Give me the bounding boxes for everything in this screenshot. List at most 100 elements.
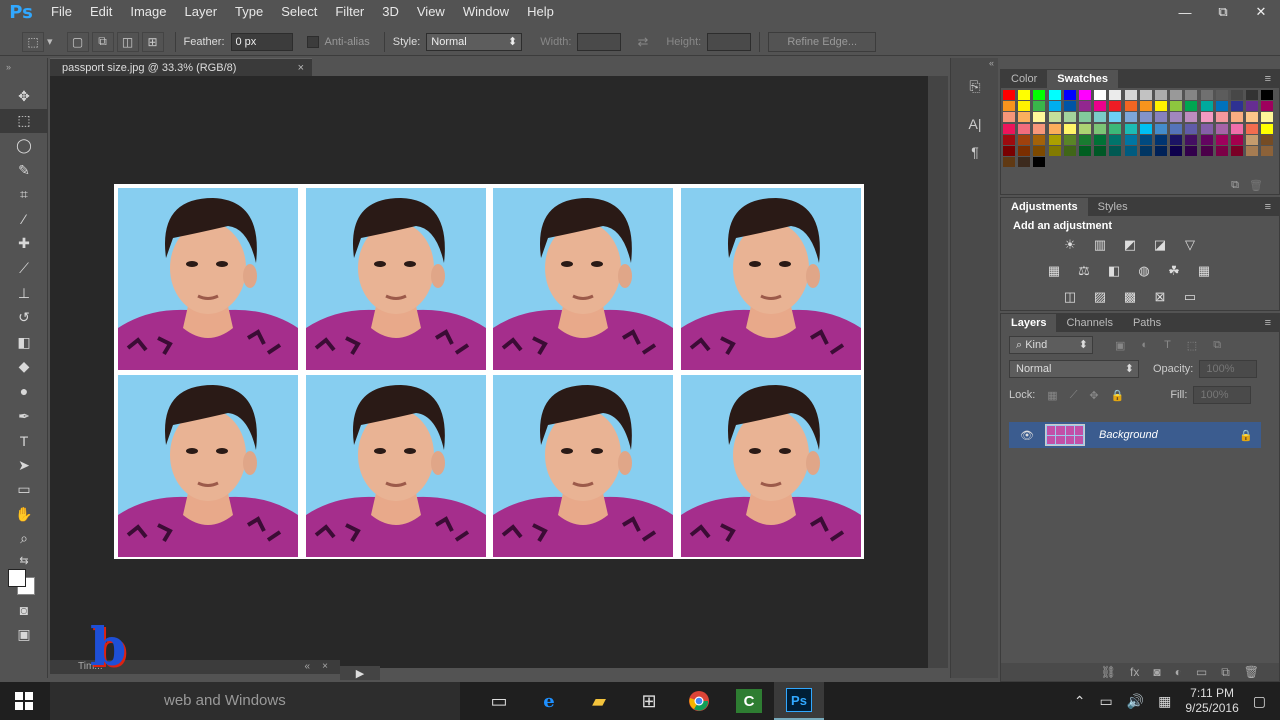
close-icon[interactable]: × bbox=[298, 62, 304, 74]
invert-icon[interactable]: ◫ bbox=[1059, 288, 1081, 306]
swatch[interactable] bbox=[1215, 123, 1228, 134]
swap-colors-icon[interactable]: ⇆ bbox=[0, 551, 48, 569]
menu-type[interactable]: Type bbox=[226, 0, 272, 24]
feather-input[interactable]: 0 px bbox=[230, 32, 293, 51]
swatch[interactable] bbox=[1063, 146, 1076, 156]
swatch[interactable] bbox=[1231, 134, 1243, 145]
windows-start-icon[interactable] bbox=[0, 682, 48, 720]
swatch[interactable] bbox=[1246, 134, 1259, 145]
swatch[interactable] bbox=[1200, 146, 1213, 156]
collapse-icon[interactable]: » bbox=[0, 58, 47, 84]
clock[interactable]: 7:11 PM 9/25/2016 bbox=[1185, 686, 1238, 716]
hue-saturation-icon[interactable]: ▦ bbox=[1043, 262, 1065, 280]
swatch[interactable] bbox=[1094, 101, 1107, 112]
swatch[interactable] bbox=[1185, 90, 1198, 100]
passport-photo-sheet[interactable] bbox=[114, 184, 864, 559]
swatch[interactable] bbox=[1170, 146, 1183, 156]
task-view-icon[interactable]: ▭ bbox=[474, 682, 524, 720]
swatch[interactable] bbox=[1246, 101, 1259, 112]
restore-button[interactable]: ⧉ bbox=[1204, 0, 1242, 24]
swatch[interactable] bbox=[1079, 146, 1091, 156]
history-panel-icon[interactable]: ⎘ bbox=[951, 72, 999, 100]
new-group-icon[interactable]: ▭ bbox=[1196, 665, 1207, 679]
fill-input[interactable]: 100% bbox=[1193, 386, 1252, 404]
hand-tool-icon[interactable]: ✋ bbox=[0, 502, 48, 527]
shape-filter-icon[interactable]: ⬚ bbox=[1187, 339, 1197, 352]
blend-mode-select[interactable]: Normal ⬍ bbox=[1009, 360, 1139, 378]
swatch[interactable] bbox=[1139, 101, 1152, 112]
swatch[interactable] bbox=[1018, 146, 1031, 156]
swatch[interactable] bbox=[1170, 112, 1183, 123]
lock-image-icon[interactable]: ⟋ bbox=[1070, 389, 1078, 402]
curves-icon[interactable]: ◩ bbox=[1119, 236, 1141, 254]
swatch[interactable] bbox=[1246, 90, 1259, 100]
exposure-icon[interactable]: ◪ bbox=[1149, 236, 1171, 254]
eraser-tool-icon[interactable]: ◧ bbox=[0, 330, 48, 355]
swatch[interactable] bbox=[1170, 123, 1183, 134]
swatch[interactable] bbox=[1185, 123, 1198, 134]
tab-channels[interactable]: Channels bbox=[1056, 314, 1122, 332]
swatch[interactable] bbox=[1231, 146, 1243, 156]
height-input[interactable] bbox=[707, 32, 752, 51]
swatch[interactable] bbox=[1261, 134, 1274, 145]
swatch[interactable] bbox=[1124, 134, 1137, 145]
swatch[interactable] bbox=[1261, 123, 1274, 134]
new-layer-icon[interactable]: ⧉ bbox=[1221, 665, 1230, 680]
swatch[interactable] bbox=[1048, 123, 1061, 134]
swatch[interactable] bbox=[1003, 146, 1015, 156]
pixel-filter-icon[interactable]: ▣ bbox=[1115, 339, 1125, 352]
new-swatch-icon[interactable]: ⧉ bbox=[1231, 179, 1239, 192]
character-panel-icon[interactable]: A| bbox=[951, 110, 999, 138]
edge-browser-icon[interactable]: e bbox=[524, 682, 574, 720]
tab-paths[interactable]: Paths bbox=[1123, 314, 1171, 332]
intersect-selection-icon[interactable]: ⊞ bbox=[141, 31, 164, 52]
panel-menu-icon[interactable]: ≡ bbox=[1265, 70, 1271, 88]
file-explorer-icon[interactable]: ▰ bbox=[574, 682, 624, 720]
swatch[interactable] bbox=[1185, 101, 1198, 112]
trash-icon[interactable]: 🗑 bbox=[1249, 179, 1263, 192]
menu-help[interactable]: Help bbox=[518, 0, 563, 24]
link-layers-icon[interactable]: ⛓ bbox=[1101, 665, 1116, 679]
swatch[interactable] bbox=[1033, 123, 1046, 134]
swatch[interactable] bbox=[1018, 123, 1031, 134]
swatch[interactable] bbox=[1124, 101, 1137, 112]
swatch[interactable] bbox=[1079, 123, 1091, 134]
swatch[interactable] bbox=[1170, 134, 1183, 145]
paint-bucket-tool-icon[interactable]: ◆ bbox=[0, 355, 48, 380]
swatch[interactable] bbox=[1124, 112, 1137, 123]
swatch[interactable] bbox=[1079, 90, 1091, 100]
swatch[interactable] bbox=[1033, 134, 1046, 145]
store-icon[interactable]: ⊞ bbox=[624, 682, 674, 720]
swatch[interactable] bbox=[1033, 157, 1046, 168]
panel-menu-icon[interactable]: ≡ bbox=[1265, 198, 1271, 216]
swatch[interactable] bbox=[1003, 112, 1015, 123]
refine-edge-button[interactable]: Refine Edge... bbox=[768, 31, 877, 52]
panel-menu-icon[interactable]: ≡ bbox=[1265, 314, 1271, 332]
ime-icon[interactable]: ▦ bbox=[1158, 693, 1171, 710]
swatch[interactable] bbox=[1094, 146, 1107, 156]
swatch[interactable] bbox=[1170, 101, 1183, 112]
path-selection-tool-icon[interactable]: ➤ bbox=[0, 453, 48, 478]
lock-position-icon[interactable]: ✥ bbox=[1089, 389, 1098, 402]
antialias-checkbox[interactable] bbox=[306, 35, 319, 48]
rectangle-tool-icon[interactable]: ▭ bbox=[0, 478, 48, 503]
swatch[interactable] bbox=[1231, 101, 1243, 112]
close-icon[interactable]: × bbox=[322, 660, 328, 674]
swatch[interactable] bbox=[1109, 90, 1122, 100]
tab-layers[interactable]: Layers bbox=[1001, 314, 1057, 332]
history-brush-tool-icon[interactable]: ↺ bbox=[0, 305, 48, 330]
pen-tool-icon[interactable]: ✒ bbox=[0, 404, 48, 429]
add-selection-icon[interactable]: ⧉ bbox=[91, 31, 114, 52]
swatch[interactable] bbox=[1094, 134, 1107, 145]
opacity-input[interactable]: 100% bbox=[1199, 360, 1258, 378]
swatch[interactable] bbox=[1261, 101, 1274, 112]
swatch[interactable] bbox=[1215, 112, 1228, 123]
document-tab[interactable]: passport size.jpg @ 33.3% (RGB/8) × bbox=[50, 58, 312, 76]
swatch[interactable] bbox=[1063, 101, 1076, 112]
black-white-icon[interactable]: ◧ bbox=[1103, 262, 1125, 280]
brightness-contrast-icon[interactable]: ☀ bbox=[1059, 236, 1081, 254]
menu-file[interactable]: File bbox=[42, 0, 81, 24]
kind-filter-select[interactable]: ⌕ Kind ⬍ bbox=[1009, 336, 1093, 354]
menu-layer[interactable]: Layer bbox=[176, 0, 227, 24]
swatch[interactable] bbox=[1109, 146, 1122, 156]
